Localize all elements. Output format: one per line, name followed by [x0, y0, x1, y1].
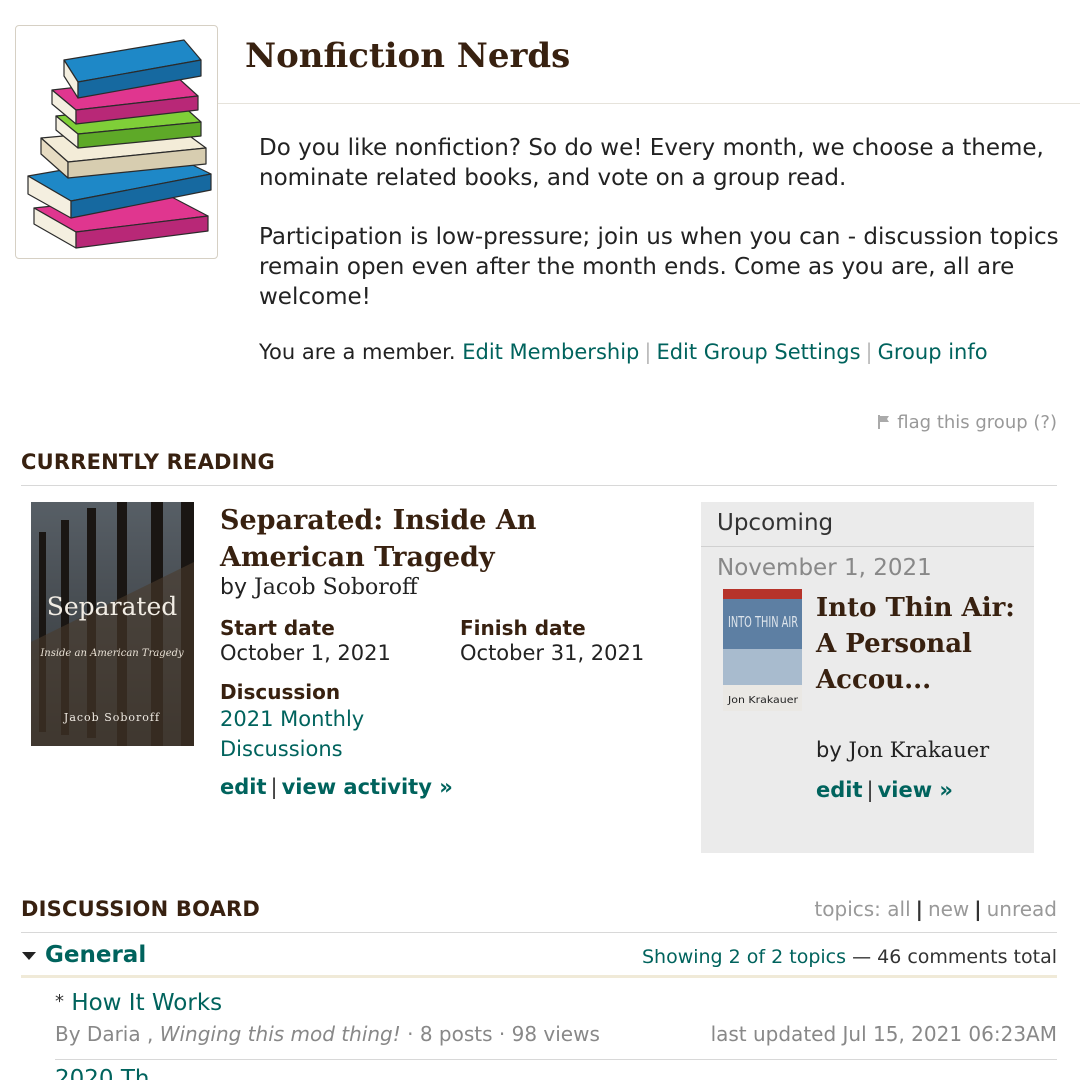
group-info-link[interactable]: Group info	[878, 340, 988, 364]
folder-general-toggle[interactable]: General	[21, 942, 146, 968]
edit-link[interactable]: edit	[816, 778, 863, 802]
filter-all-link[interactable]: all	[887, 897, 910, 921]
separator: |	[866, 778, 874, 802]
topic-row: * How It Works	[55, 990, 222, 1016]
topic-last-updated: last updated Jul 15, 2021 06:23AM	[710, 1022, 1057, 1046]
topic-filter-prefix: topics:	[814, 897, 881, 921]
showing-topics-link[interactable]: Showing 2 of 2 topics	[642, 946, 846, 968]
flag-help-link[interactable]: (?)	[1033, 412, 1057, 433]
folder-general-label[interactable]: General	[45, 942, 146, 968]
folder-divider	[21, 975, 1057, 978]
current-book-title[interactable]: Separated: Inside An American Tragedy	[220, 502, 690, 576]
books-stack-icon	[27, 39, 212, 249]
description-paragraph-1: Do you like nonfiction? So do we! Every …	[259, 135, 1044, 191]
separator: |	[270, 775, 278, 799]
topic-author[interactable]: By Daria ,	[55, 1022, 153, 1046]
header-divider	[218, 103, 1080, 104]
filter-unread-link[interactable]: unread	[987, 897, 1057, 921]
current-book-author[interactable]: Jacob Soboroff	[254, 575, 418, 600]
upcoming-book-title[interactable]: Into Thin Air: A Personal Accou...	[816, 590, 1016, 698]
upcoming-actions: edit | view »	[816, 778, 953, 802]
book-cover-separated[interactable]: Separated Inside an American Tragedy Jac…	[31, 502, 194, 746]
topic-divider	[55, 1059, 1057, 1060]
folder-general-row: General Showing 2 of 2 topics — 46 comme…	[21, 942, 1057, 978]
topic-author-tagline: Winging this mod thing!	[159, 1022, 401, 1046]
description-paragraph-2: Participation is low-pressure; join us w…	[259, 224, 1059, 310]
cover-title: INTO THIN AIR	[728, 613, 798, 631]
upcoming-panel: Upcoming November 1, 2021 INTO THIN AIR …	[701, 502, 1034, 853]
upcoming-divider	[701, 546, 1034, 547]
flag-group-link[interactable]: flag this group	[897, 412, 1027, 433]
member-status: You are a member.	[259, 340, 456, 364]
currently-reading-heading: CURRENTLY READING	[21, 450, 275, 474]
upcoming-heading: Upcoming	[717, 510, 834, 536]
section-divider	[21, 932, 1057, 933]
edit-group-settings-link[interactable]: Edit Group Settings	[656, 340, 860, 364]
flag-group[interactable]: flag this group (?)	[876, 412, 1057, 433]
finish-date-label: Finish date	[460, 616, 586, 640]
upcoming-date: November 1, 2021	[717, 555, 932, 581]
finish-date-value: October 31, 2021	[460, 641, 645, 665]
edit-link[interactable]: edit	[220, 775, 267, 799]
topic-stats: · 8 posts · 98 views	[407, 1022, 600, 1046]
caret-down-icon	[21, 942, 45, 968]
topic-title-link[interactable]: How It Works	[71, 990, 222, 1016]
flag-icon	[876, 412, 898, 433]
upcoming-book-byline: by Jon Krakauer	[816, 738, 989, 762]
view-link[interactable]: view »	[878, 778, 953, 802]
book-cover-into-thin-air[interactable]: INTO THIN AIR Jon Krakauer	[723, 589, 802, 711]
discussion-link[interactable]: 2021 Monthly Discussions	[220, 704, 420, 764]
cover-subtitle: Inside an American Tragedy	[39, 648, 184, 659]
current-book-actions: edit | view activity »	[220, 775, 453, 799]
topic-filter: topics: all | new | unread	[814, 897, 1057, 921]
separator: |	[974, 897, 982, 921]
cover-author: Jacob Soboroff	[63, 711, 160, 724]
group-description: Do you like nonfiction? So do we! Every …	[259, 133, 1059, 341]
start-date-value: October 1, 2021	[220, 641, 391, 665]
membership-line: You are a member. Edit Membership | Edit G…	[259, 340, 988, 364]
cover-title: Separated	[47, 592, 178, 621]
comments-total: — 46 comments total	[852, 946, 1057, 968]
by-label: by	[220, 575, 247, 600]
discussion-board-heading: DISCUSSION BOARD	[21, 897, 261, 921]
separator: |	[644, 340, 652, 364]
cover-author: Jon Krakauer	[727, 695, 799, 706]
upcoming-book-author[interactable]: Jon Krakauer	[848, 738, 989, 762]
group-icon-books[interactable]	[15, 25, 218, 259]
section-divider	[21, 485, 1057, 486]
folder-topic-count: Showing 2 of 2 topics — 46 comments tota…	[642, 946, 1057, 968]
current-book-byline: by Jacob Soboroff	[220, 575, 418, 600]
group-title: Nonfiction Nerds	[245, 36, 571, 76]
sticky-marker: *	[55, 991, 64, 1012]
by-label: by	[816, 738, 842, 762]
topic-title-link[interactable]: 2020 Th	[55, 1066, 149, 1080]
filter-new-link[interactable]: new	[928, 897, 969, 921]
separator: |	[865, 340, 873, 364]
topic-meta: By Daria , Winging this mod thing! · 8 p…	[55, 1022, 600, 1046]
start-date-label: Start date	[220, 616, 335, 640]
separator: |	[915, 897, 923, 921]
discussion-label: Discussion	[220, 680, 341, 704]
view-activity-link[interactable]: view activity »	[282, 775, 453, 799]
edit-membership-link[interactable]: Edit Membership	[462, 340, 639, 364]
